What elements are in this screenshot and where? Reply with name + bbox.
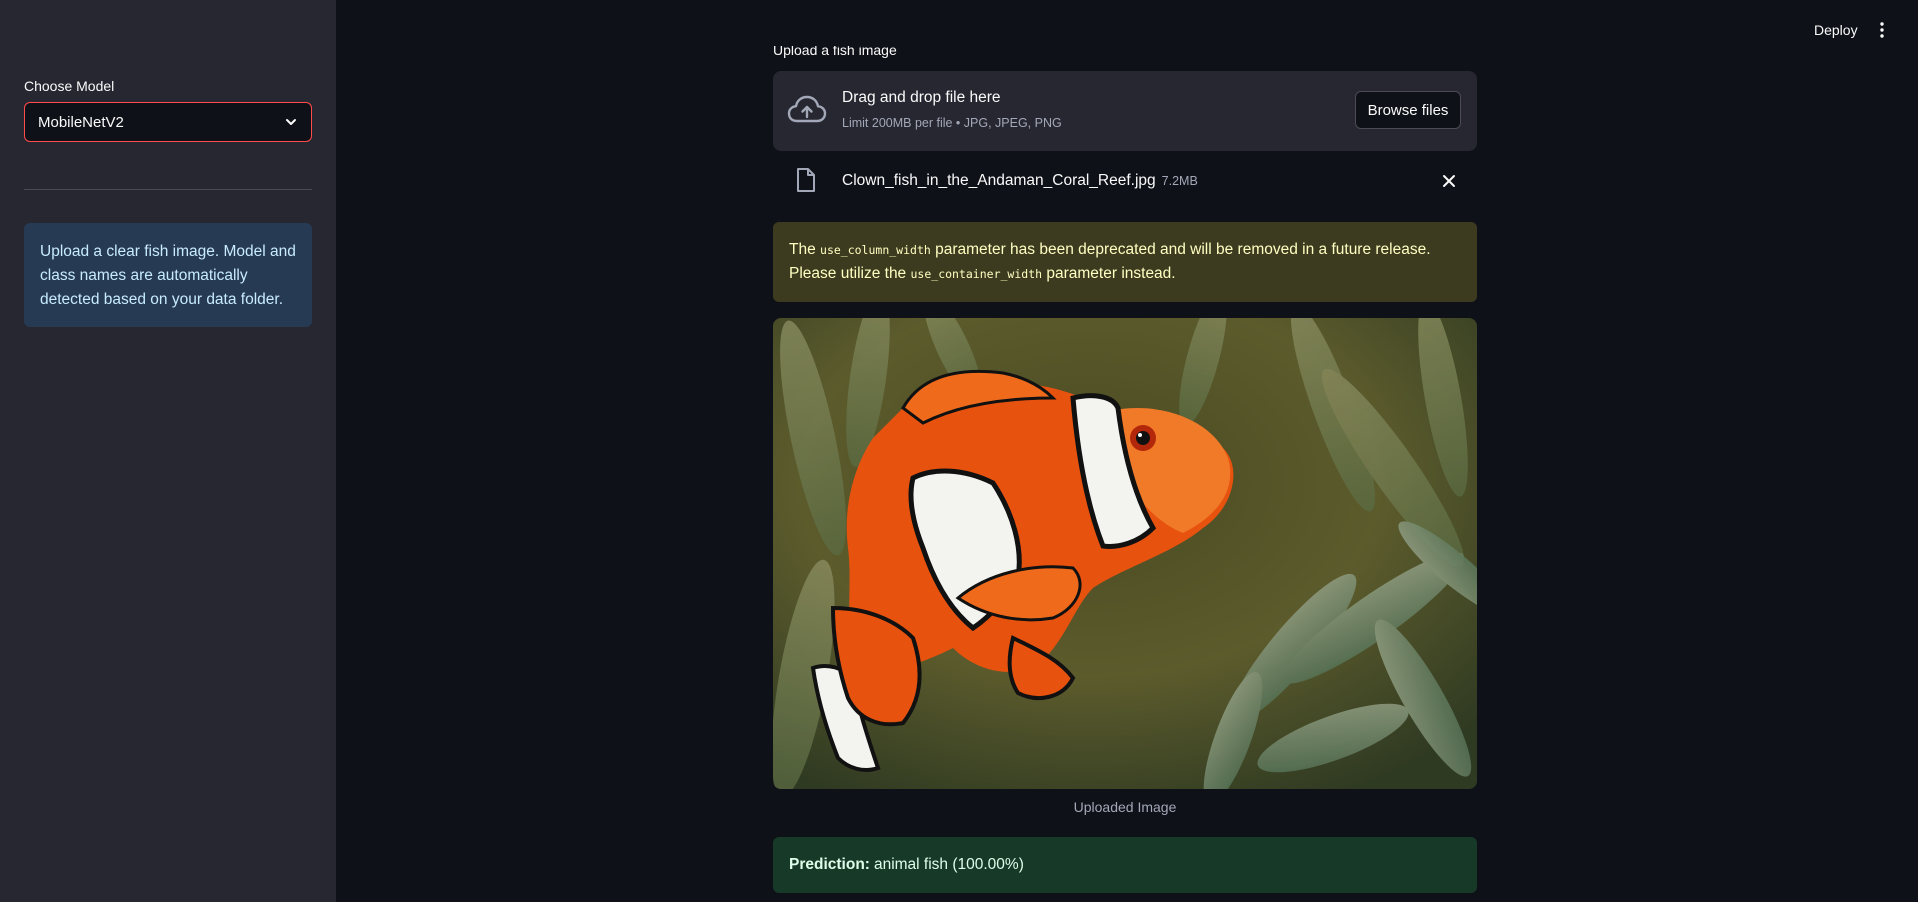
chevron-down-icon (284, 115, 298, 129)
cloud-upload-icon (787, 93, 827, 132)
file-name-text: Clown_fish_in_the_Andaman_Coral_Reef.jpg… (842, 172, 1198, 189)
kebab-menu-icon[interactable] (1872, 18, 1892, 42)
model-select-value: MobileNetV2 (38, 113, 124, 131)
image-caption: Uploaded Image (1073, 799, 1177, 815)
uploaded-file-row: Clown_fish_in_the_Andaman_Coral_Reef.jpg… (773, 163, 1477, 199)
browse-files-button[interactable]: Browse files (1355, 91, 1461, 129)
file-icon (795, 167, 817, 198)
close-icon[interactable] (1441, 173, 1457, 194)
sidebar: Choose Model MobileNetV2 Upload a clear … (0, 0, 336, 902)
dropzone-limit-text: Limit 200MB per file • JPG, JPEG, PNG (842, 116, 1062, 130)
file-dropzone[interactable]: Drag and drop file here Limit 200MB per … (773, 71, 1477, 151)
deploy-button[interactable]: Deploy (1800, 17, 1872, 43)
choose-model-label: Choose Model (24, 78, 115, 94)
code-use-column-width: use_column_width (820, 243, 931, 257)
prediction-label: Prediction: (789, 856, 870, 873)
upload-label: Upload a fish image (773, 46, 897, 58)
prediction-value: animal fish (100.00%) (873, 856, 1024, 873)
prediction-result: Prediction: animal fish (100.00%) (773, 837, 1477, 893)
info-alert: Upload a clear fish image. Model and cla… (24, 223, 312, 327)
code-use-container-width: use_container_width (910, 267, 1043, 281)
dropzone-title: Drag and drop file here (842, 89, 1001, 106)
model-select[interactable]: MobileNetV2 (24, 102, 312, 142)
deprecation-warning: The use_column_width parameter has been … (773, 222, 1477, 302)
file-size: 7.2MB (1161, 174, 1198, 188)
uploaded-fish-image (773, 318, 1477, 789)
sidebar-divider (24, 189, 312, 190)
